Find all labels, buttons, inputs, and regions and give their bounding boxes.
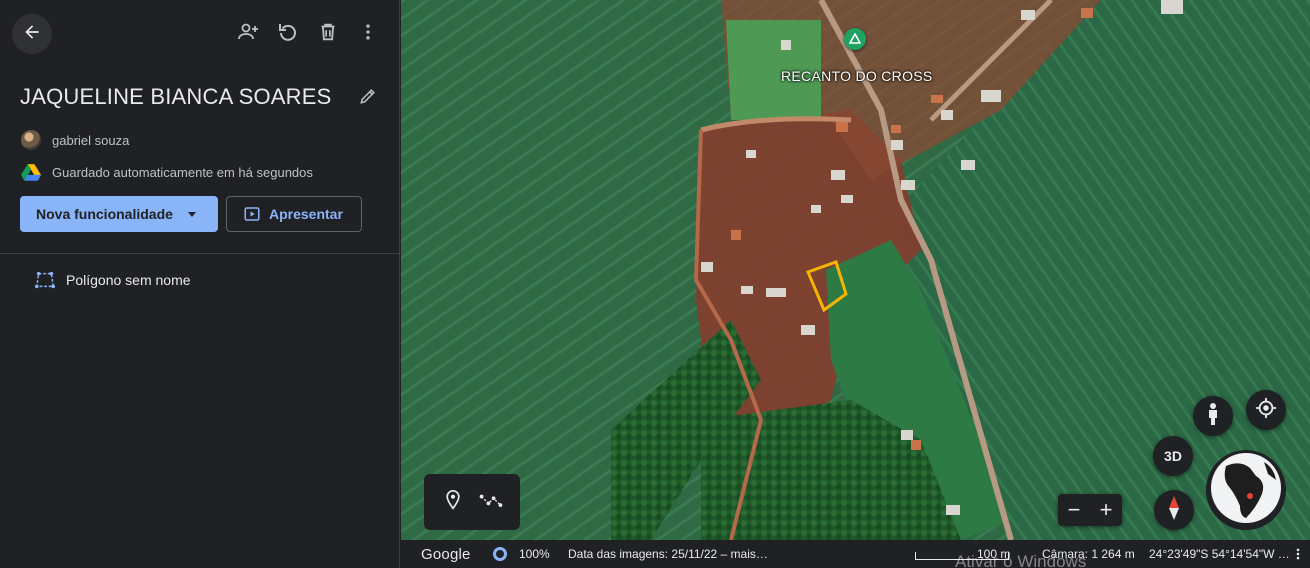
globe-overview-button[interactable] (1206, 450, 1286, 530)
feature-label: Polígono sem nome (66, 272, 191, 288)
zoom-out-button[interactable]: − (1060, 496, 1088, 524)
windows-activation-watermark: Ativar o Windows (955, 552, 1087, 568)
chevron-down-icon (188, 212, 196, 217)
save-status-text: Guardado automaticamente em há segundos (52, 164, 313, 180)
more-vert-icon (1296, 548, 1300, 560)
present-button[interactable]: Apresentar (226, 196, 362, 232)
status-bar: Google 100% Data das imagens: 25/11/22 –… (401, 540, 1310, 568)
present-icon (243, 205, 261, 223)
polygon-icon (34, 270, 56, 290)
pegman-icon (1205, 402, 1221, 431)
new-feature-label: Nova funcionalidade (36, 206, 173, 222)
edit-title-button[interactable] (350, 80, 386, 116)
toggle-3d-button[interactable]: 3D (1153, 436, 1193, 476)
streaming-indicator-icon (493, 547, 507, 561)
google-logo: Google (421, 546, 471, 563)
zoom-control: − + (1058, 494, 1122, 526)
draw-line-button[interactable] (474, 485, 508, 519)
owner-row: gabriel souza (20, 129, 129, 151)
status-more-button[interactable] (1289, 545, 1307, 563)
present-label: Apresentar (269, 206, 343, 222)
more-options-button[interactable] (348, 14, 388, 54)
zoom-in-button[interactable]: + (1092, 496, 1120, 524)
undo-button[interactable] (268, 14, 308, 54)
place-marker-icon[interactable] (844, 28, 866, 50)
streaming-percent: 100% (519, 547, 550, 561)
compass-icon (1167, 495, 1181, 526)
placemark-icon (443, 489, 463, 516)
compass-button[interactable] (1154, 490, 1194, 530)
street-view-button[interactable] (1193, 396, 1233, 436)
share-button[interactable] (228, 14, 268, 54)
divider (0, 253, 400, 254)
project-sidebar: JAQUELINE BIANCA SOARES gabriel souza Gu… (0, 0, 400, 568)
delete-button[interactable] (308, 14, 348, 54)
owner-name: gabriel souza (52, 132, 130, 148)
more-vert-icon (358, 22, 378, 47)
map-view[interactable]: RECANTO DO CROSS 3D − + Google 100% Data… (401, 0, 1310, 568)
back-arrow-icon (22, 22, 42, 47)
delete-icon (317, 21, 339, 48)
satellite-imagery (401, 0, 1310, 568)
globe-icon (1210, 452, 1282, 529)
crosshair-icon (1255, 397, 1277, 424)
avatar (20, 129, 42, 151)
project-title: JAQUELINE BIANCA SOARES (20, 84, 332, 109)
path-icon (479, 491, 503, 514)
undo-icon (276, 20, 300, 49)
new-feature-button[interactable]: Nova funcionalidade (20, 196, 218, 232)
add-person-icon (236, 20, 260, 49)
cursor-coordinates: 24°23'49"S 54°14'54"W … (1149, 547, 1290, 561)
drive-icon (20, 161, 42, 183)
feature-list-item[interactable]: Polígono sem nome (0, 264, 400, 296)
place-label[interactable]: RECANTO DO CROSS (781, 68, 933, 84)
imagery-date-link[interactable]: Data das imagens: 25/11/22 – mais… (568, 547, 768, 561)
back-button[interactable] (12, 14, 52, 54)
add-placemark-button[interactable] (436, 485, 470, 519)
my-location-button[interactable] (1246, 390, 1286, 430)
drawing-toolbar (424, 474, 520, 530)
edit-pencil-icon (358, 86, 378, 111)
save-status-row: Guardado automaticamente em há segundos (20, 161, 313, 183)
